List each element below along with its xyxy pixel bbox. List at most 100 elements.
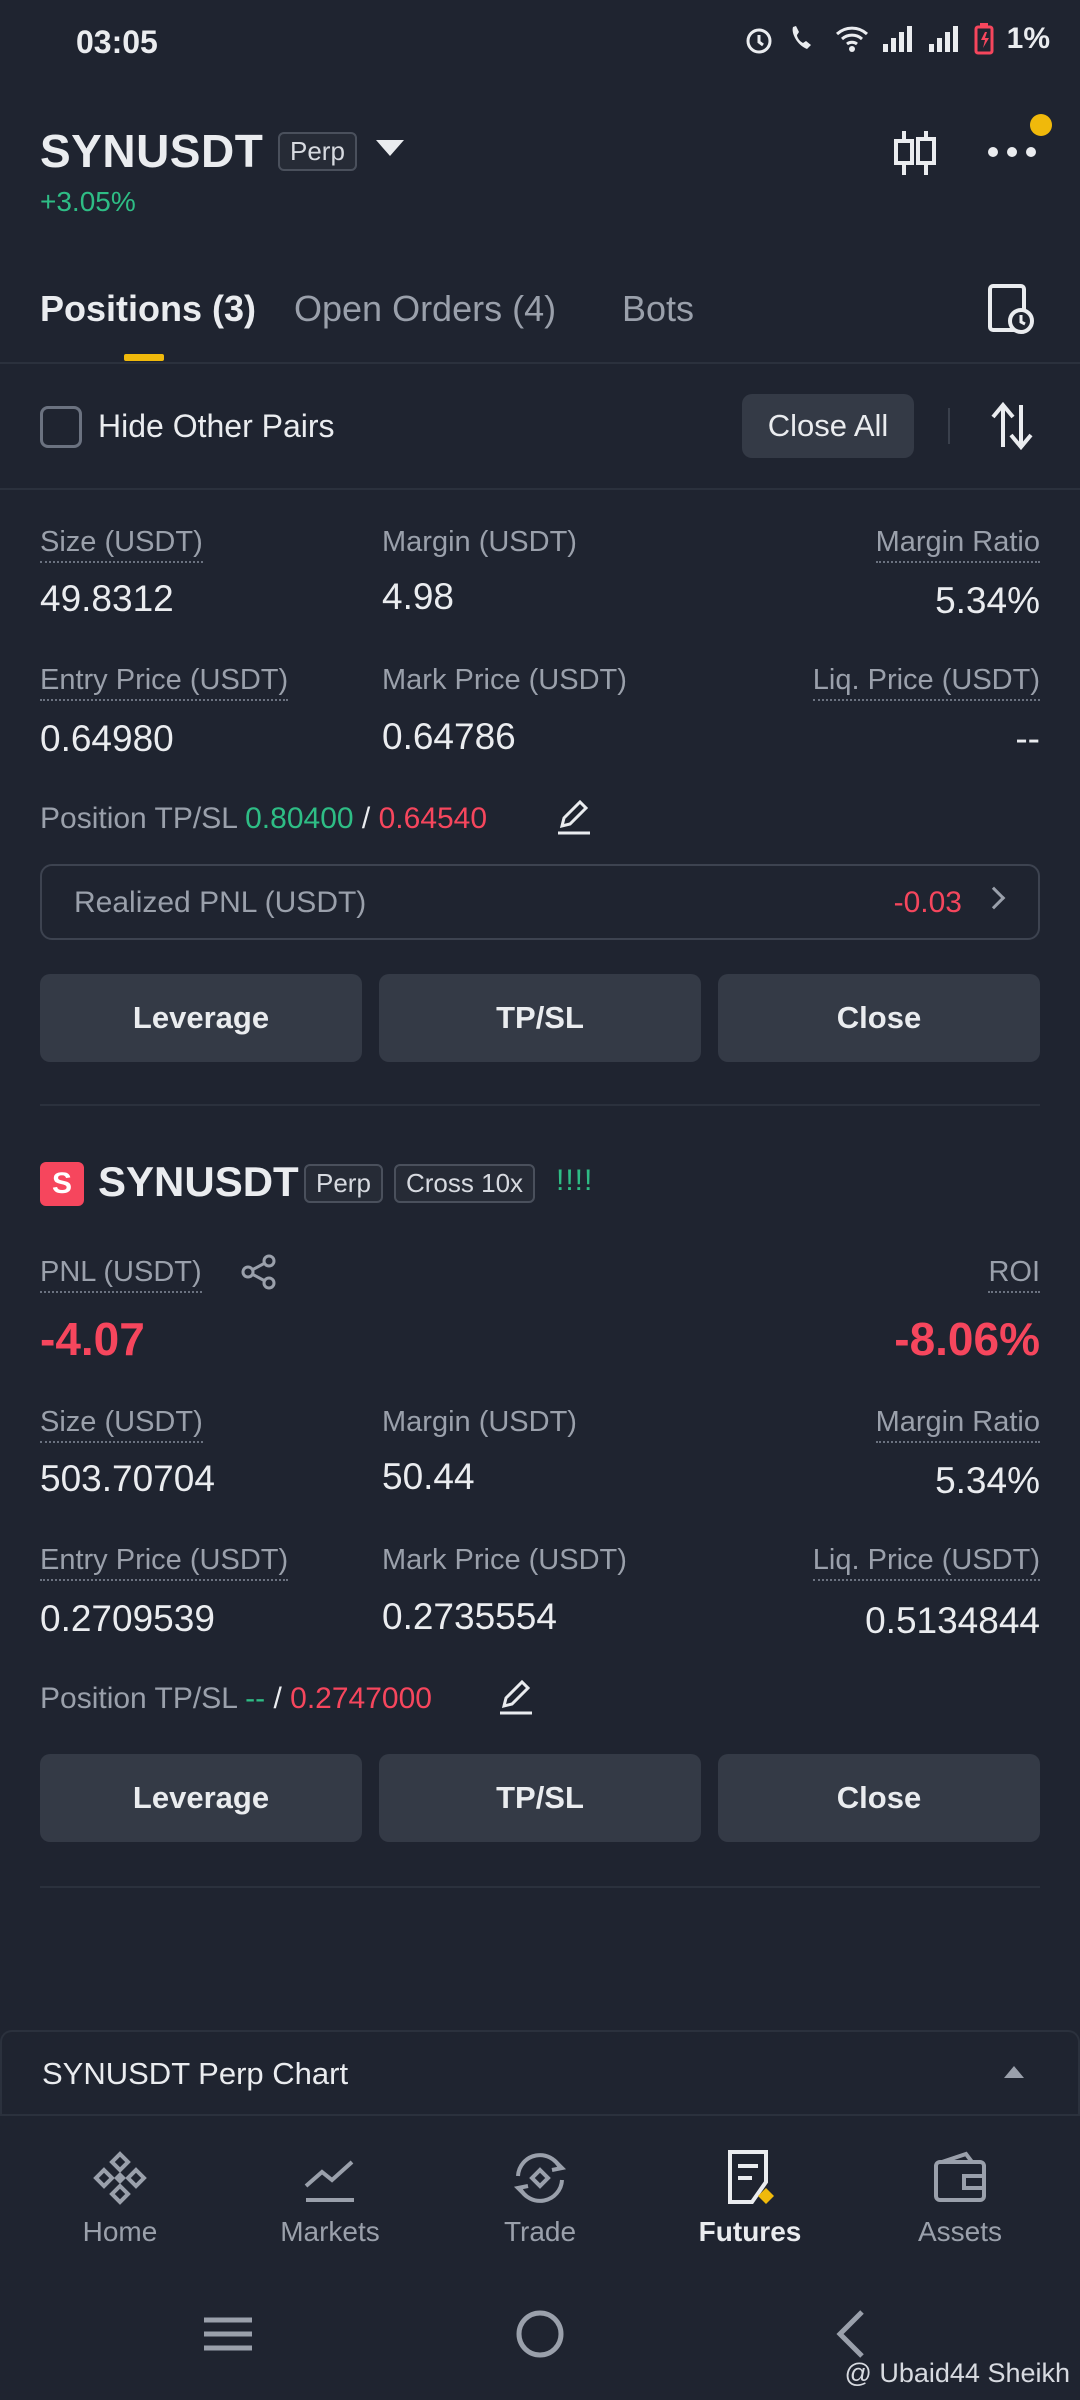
nav-trade-label: Trade [503, 2216, 577, 2247]
liq-price-value-2: 0.5134844 [865, 1600, 1040, 1641]
margin-mode-tag: Cross 10x [394, 1164, 536, 1203]
size-value: 49.8312 [40, 578, 174, 619]
mark-price-label: Mark Price (USDT) [382, 664, 627, 696]
close-all-button[interactable]: Close All [742, 394, 914, 458]
back-icon[interactable] [822, 2304, 882, 2364]
position-divider-2 [40, 1886, 1040, 1888]
perp-tag: Perp [278, 132, 357, 171]
tp-value: 0.80400 [245, 802, 354, 835]
realized-pnl-label: Realized PNL (USDT) [74, 886, 367, 919]
nav-futures[interactable]: Futures [650, 2146, 850, 2248]
battery-percent: 1% [1006, 22, 1050, 55]
margin-label-2: Margin (USDT) [382, 1406, 577, 1438]
recent-apps-icon[interactable] [198, 2304, 258, 2364]
filter-separator [948, 408, 950, 444]
notification-dot [1030, 114, 1052, 136]
nav-markets[interactable]: Markets [230, 2146, 430, 2248]
liq-price-label[interactable]: Liq. Price (USDT) [812, 664, 1040, 701]
tpsl-separator-2: / [273, 1682, 282, 1715]
home-icon [20, 2146, 220, 2210]
tab-bots[interactable]: Bots [622, 288, 694, 330]
margin-ratio-value: 5.34% [935, 580, 1040, 621]
roi-label[interactable]: ROI [988, 1256, 1040, 1293]
signal-icon [882, 26, 912, 52]
realized-pnl-value: -0.03 [893, 886, 962, 919]
margin-ratio-value-2: 5.34% [935, 1460, 1040, 1501]
nav-assets[interactable]: Assets [860, 2146, 1060, 2248]
sl-value-2: 0.2747000 [290, 1682, 432, 1715]
nav-trade[interactable]: Trade [440, 2146, 640, 2248]
call-icon [792, 26, 811, 49]
mark-price-label-2: Mark Price (USDT) [382, 1544, 627, 1576]
margin-value: 4.98 [382, 576, 455, 617]
nav-assets-label: Assets [917, 2216, 1003, 2247]
leverage-button[interactable]: Leverage [40, 974, 362, 1062]
sort-icon[interactable] [984, 398, 1040, 454]
pnl-label[interactable]: PNL (USDT) [40, 1256, 202, 1293]
tpsl-label-2: Position TP/SL [40, 1682, 237, 1715]
entry-price-value-2: 0.2709539 [40, 1598, 215, 1639]
tab-open-orders[interactable]: Open Orders (4) [294, 288, 556, 330]
more-menu-icon[interactable] [982, 130, 1042, 174]
futures-icon [650, 2146, 850, 2210]
leverage-button-2[interactable]: Leverage [40, 1754, 362, 1842]
tpsl-button-2[interactable]: TP/SL [379, 1754, 701, 1842]
share-icon[interactable] [238, 1252, 280, 1292]
signal-icon-2 [928, 26, 958, 52]
hide-other-pairs-label: Hide Other Pairs [98, 408, 335, 444]
alarm-icon [746, 28, 772, 54]
trade-icon [440, 2146, 640, 2210]
entry-price-value: 0.64980 [40, 718, 174, 759]
home-button-icon[interactable] [510, 2302, 570, 2366]
margin-ratio-label[interactable]: Margin Ratio [875, 526, 1040, 563]
liq-price-value: -- [1015, 718, 1040, 759]
price-change: +3.05% [40, 186, 136, 217]
tpsl-separator: / [361, 802, 371, 835]
tabs-divider [0, 362, 1080, 364]
edit-tpsl-icon-2[interactable] [496, 1676, 536, 1718]
assets-icon [860, 2146, 1060, 2210]
status-icons: 1% [743, 22, 1050, 56]
position-tpsl-row: Position TP/SL 0.80400 / 0.64540 [40, 802, 487, 836]
short-badge: S [40, 1162, 84, 1206]
edit-tpsl-icon[interactable] [554, 796, 594, 838]
filter-divider [0, 488, 1080, 490]
pair-title[interactable]: SYNUSDT [40, 124, 263, 178]
adl-indicator: !!!! [556, 1164, 594, 1197]
size-value-2: 503.70704 [40, 1458, 215, 1499]
margin-label: Margin (USDT) [382, 526, 577, 558]
size-label: Size (USDT) [40, 526, 203, 563]
size-label-2: Size (USDT) [40, 1406, 203, 1443]
status-time: 03:05 [76, 24, 158, 60]
watermark: @ Ubaid44 Sheikh [844, 2358, 1070, 2388]
mark-price-value-2: 0.2735554 [382, 1596, 557, 1637]
hide-other-pairs-checkbox[interactable] [40, 406, 82, 448]
active-tab-indicator [124, 354, 164, 361]
roi-value: -8.06% [894, 1313, 1040, 1365]
close-position-button-2[interactable]: Close [718, 1754, 1040, 1842]
entry-price-label[interactable]: Entry Price (USDT) [40, 664, 289, 701]
liq-price-label-2[interactable]: Liq. Price (USDT) [812, 1544, 1040, 1581]
nav-home-label: Home [82, 2216, 158, 2247]
chevron-up-icon [1004, 2066, 1024, 2078]
nav-home[interactable]: Home [20, 2146, 220, 2248]
margin-value-2: 50.44 [382, 1456, 475, 1497]
history-icon[interactable] [986, 282, 1036, 338]
margin-ratio-label-2[interactable]: Margin Ratio [875, 1406, 1040, 1443]
tab-positions[interactable]: Positions (3) [40, 288, 256, 330]
battery-icon [974, 23, 994, 55]
perp-tag-2: Perp [304, 1164, 383, 1203]
realized-pnl-row[interactable]: Realized PNL (USDT) -0.03 [40, 864, 1040, 940]
bottom-nav: Home Markets Trade Futures Assets [0, 2114, 1080, 2274]
chart-panel-toggle[interactable]: SYNUSDT Perp Chart [0, 2030, 1080, 2114]
entry-price-label-2[interactable]: Entry Price (USDT) [40, 1544, 289, 1581]
mark-price-value: 0.64786 [382, 716, 516, 757]
tpsl-button[interactable]: TP/SL [379, 974, 701, 1062]
position-tpsl-row-2: Position TP/SL -- / 0.2747000 [40, 1682, 432, 1716]
position-symbol[interactable]: SYNUSDT [98, 1158, 299, 1206]
pair-dropdown-icon[interactable] [376, 140, 404, 156]
wifi-icon [835, 26, 868, 52]
close-position-button[interactable]: Close [718, 974, 1040, 1062]
candlestick-chart-icon[interactable] [888, 124, 942, 182]
chevron-right-icon [982, 886, 1006, 910]
